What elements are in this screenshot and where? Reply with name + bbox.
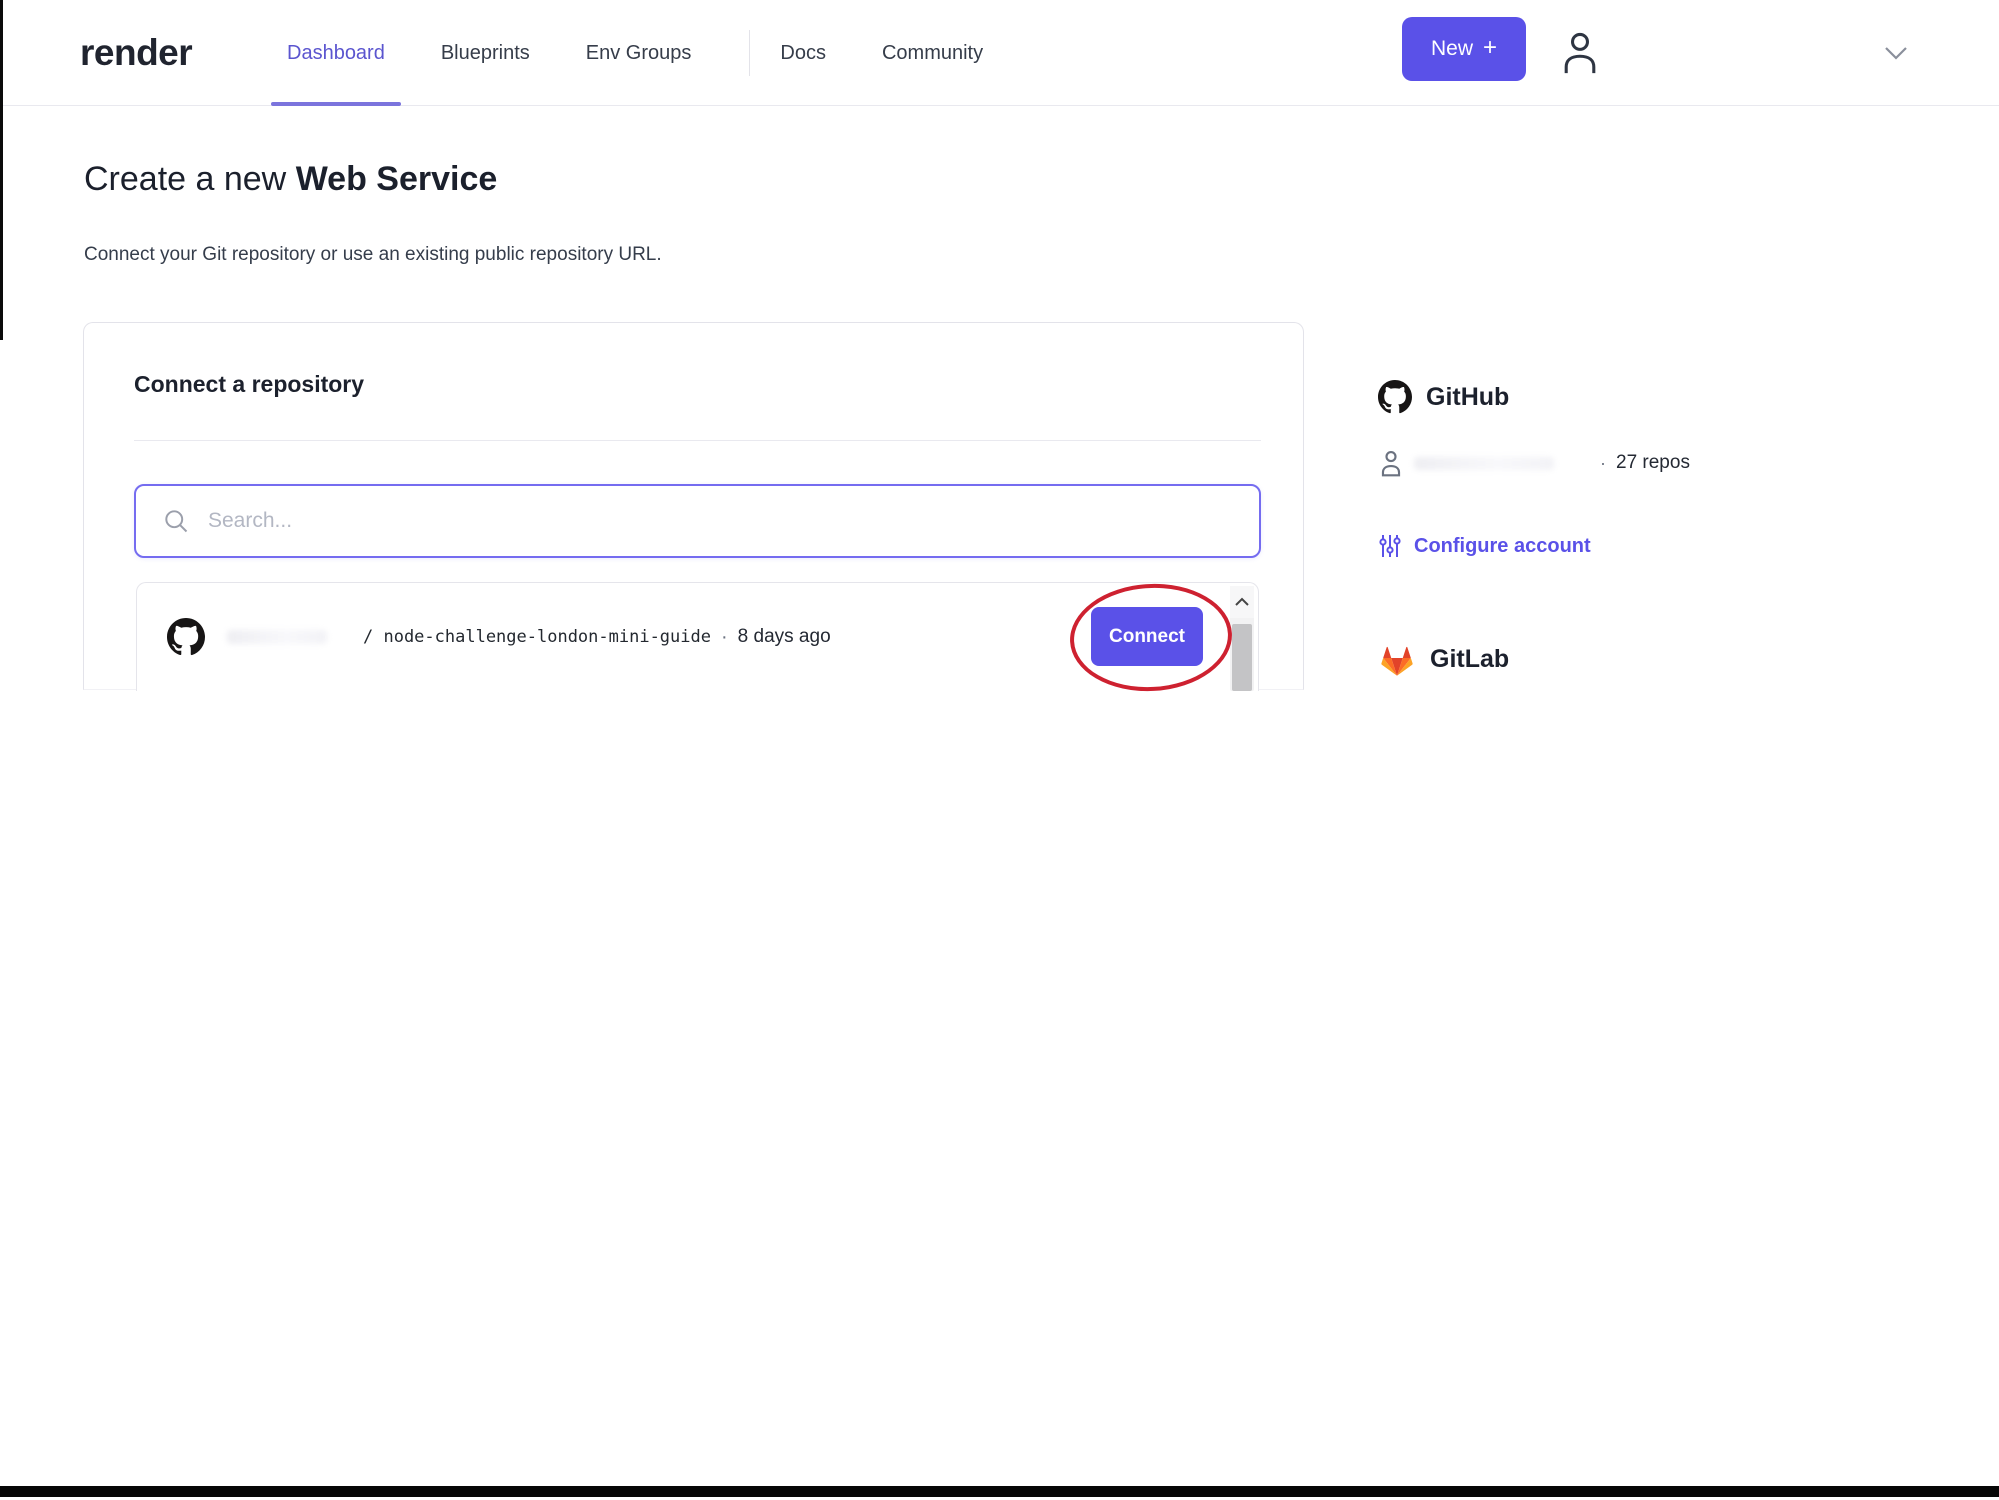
render-dashboard-screen: render Dashboard Blueprints Env Groups D… [0,0,1999,1500]
account-separator-dot: · [1600,452,1606,473]
page-title-emphasis: Web Service [295,160,498,198]
account-user-icon [1378,448,1404,478]
nav-divider [749,30,751,76]
sliders-icon [1378,533,1402,559]
repository-updated-time: 8 days ago [737,626,831,647]
git-providers-panel: GitHub · 27 repos Configure account GitL… [1378,380,1958,677]
repo-separator-dot: · [721,625,728,648]
repository-list: / node-challenge-london-mini-guide · 8 d… [136,582,1259,691]
scrollbar-thumb[interactable] [1232,624,1252,691]
connect-repository-card: Connect a repository / node-challenge-lo [83,322,1304,696]
repo-count-label: 27 repos [1616,452,1690,473]
user-icon [1557,28,1603,78]
bottom-edge-artifact [0,1486,1999,1497]
chevron-up-icon [1234,597,1250,607]
repository-path: / node-challenge-london-mini-guide [363,627,711,647]
gitlab-title: GitLab [1430,644,1510,673]
github-account-row: · 27 repos [1378,448,1958,478]
new-button-label: New [1430,37,1473,60]
github-icon [1378,380,1412,414]
page-title-prefix: Create a new [84,160,287,198]
nav-item-dashboard[interactable]: Dashboard [271,0,401,106]
render-logo[interactable]: render [80,0,193,106]
configure-account-link[interactable]: Configure account [1378,533,1591,559]
repository-row[interactable]: / node-challenge-london-mini-guide · 8 d… [137,583,1258,691]
gitlab-icon [1378,641,1416,677]
card-heading: Connect a repository [134,371,365,397]
search-icon [162,507,190,535]
github-provider-header: GitHub [1378,380,1958,414]
page-subtitle: Connect your Git repository or use an ex… [84,244,662,265]
card-divider [134,440,1261,441]
user-avatar-button[interactable] [1552,24,1608,82]
chevron-down-icon [1883,45,1909,61]
redacted-account-name [1414,456,1554,470]
page-title: Create a new Web Service [84,160,497,199]
left-edge-artifact [0,0,3,340]
top-navigation-bar: render Dashboard Blueprints Env Groups D… [0,0,1999,106]
nav-item-blueprints[interactable]: Blueprints [439,0,532,106]
redacted-username [227,630,327,644]
gitlab-provider-header: GitLab [1378,641,1958,677]
repository-search-box [134,484,1261,558]
github-icon [167,618,205,656]
nav-item-community[interactable]: Community [880,0,985,106]
configure-account-label: Configure account [1414,534,1591,557]
repo-list-scrollbar[interactable] [1230,586,1254,691]
github-title: GitHub [1426,382,1510,411]
connect-button[interactable]: Connect [1091,607,1203,666]
header-dropdown-toggle[interactable] [1876,34,1916,72]
scrollbar-up-button[interactable] [1230,586,1254,618]
new-service-button[interactable]: New + [1402,17,1526,81]
github-repo-count: · 27 repos [1600,452,1690,474]
main-nav: Dashboard Blueprints Env Groups Docs Com… [271,0,1037,106]
nav-item-docs[interactable]: Docs [778,0,828,106]
search-input[interactable] [208,491,1259,551]
plus-icon: + [1483,34,1498,61]
nav-item-env-groups[interactable]: Env Groups [584,0,694,106]
